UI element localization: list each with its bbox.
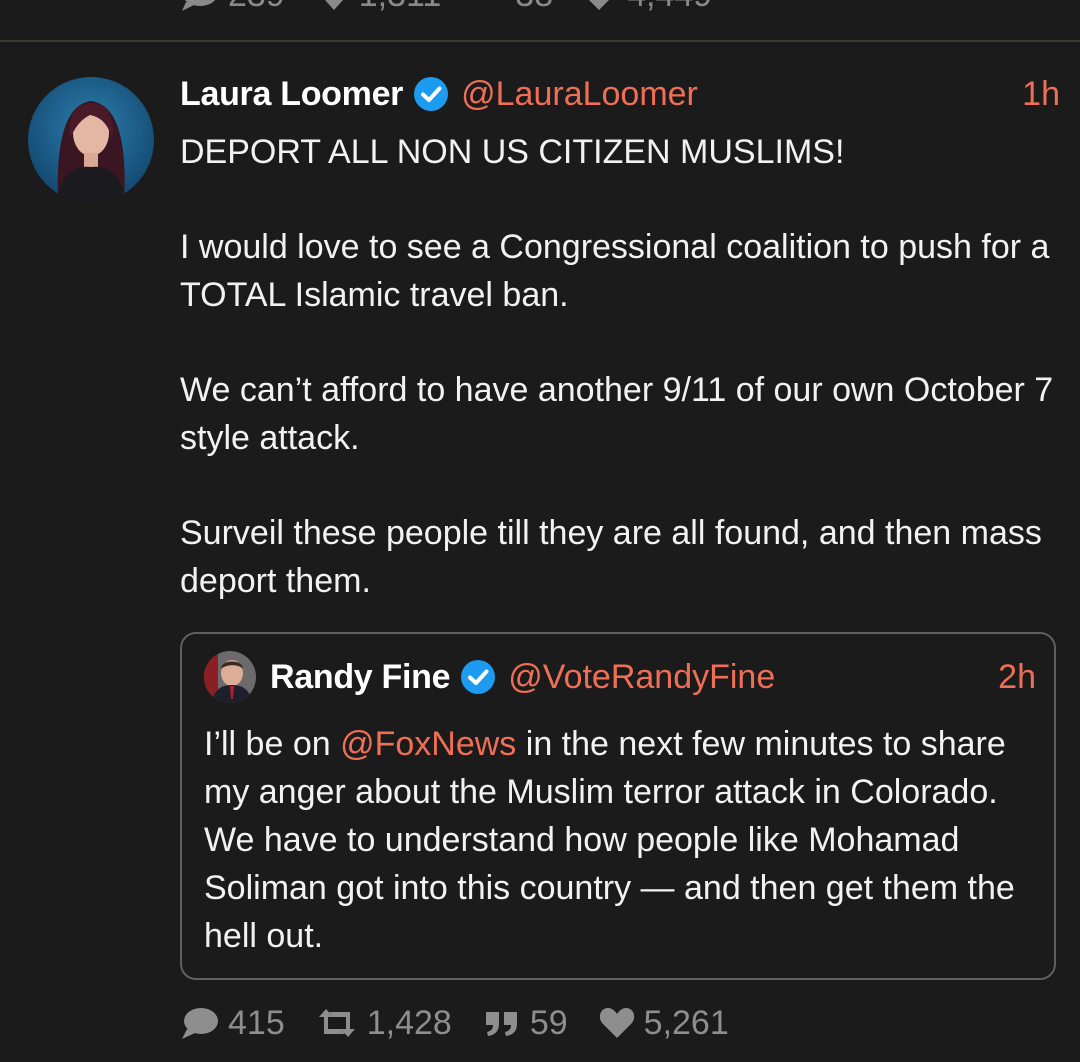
repost-count: 1,428 [366,1003,452,1042]
tweet-timestamp[interactable]: 1h [1022,75,1060,114]
previous-tweet-stats: 239 1,311 38 4,449 [180,0,712,15]
quote-count: 59 [529,1003,568,1042]
comment-icon [182,0,216,11]
tweet[interactable]: Laura Loomer @LauraLoomer 1h DEPORT ALL … [0,42,1080,1062]
previous-repost-stat[interactable]: 1,311 [311,0,442,15]
quoted-tweet-header: Randy Fine @VoteRandyFine 2h [204,650,1036,704]
verified-badge-icon [461,660,496,694]
like-button[interactable]: 5,261 [598,1004,729,1043]
quoted-tweet-body: I’ll be on @FoxNews in the next few minu… [204,720,1040,960]
author-avatar-image [28,77,154,203]
previous-quote-stat[interactable]: 38 [467,0,553,15]
retweet-icon [324,0,343,10]
verified-badge-icon [414,77,449,111]
previous-like-count: 4,449 [627,0,712,15]
quote-icon [485,1012,517,1036]
heart-icon [589,0,610,10]
tweet-body: DEPORT ALL NON US CITIZEN MUSLIMS! I wou… [180,128,1060,605]
author-name[interactable]: Laura Loomer [180,75,403,114]
quoted-author-handle[interactable]: @VoteRandyFine [508,658,775,697]
quoted-avatar[interactable] [204,651,256,703]
previous-like-stat[interactable]: 4,449 [579,0,712,15]
tweet-paragraph: I would love to see a Congressional coal… [180,228,1050,314]
like-count: 5,261 [643,1003,729,1042]
tweet-header: Laura Loomer @LauraLoomer 1h [180,68,1060,120]
previous-quote-count: 38 [515,0,553,15]
tweet-paragraph: DEPORT ALL NON US CITIZEN MUSLIMS! [180,133,845,171]
quoted-text-start: I’ll be on [204,725,341,763]
previous-reply-stat[interactable]: 239 [180,0,285,15]
repost-button[interactable]: 1,428 [315,1004,452,1043]
quote-icon [467,0,507,12]
quoted-avatar-image [204,651,256,703]
author-handle[interactable]: @LauraLoomer [461,75,698,114]
timeline: 239 1,311 38 4,449 [0,0,1080,1062]
retweet-icon [318,1009,355,1037]
quoted-tweet[interactable]: Randy Fine @VoteRandyFine 2h I’ll be on … [180,632,1056,980]
previous-repost-count: 1,311 [359,0,442,15]
mention-link[interactable]: @FoxNews [340,725,516,763]
avatar[interactable] [28,77,154,203]
quoted-author-name[interactable]: Randy Fine [270,658,451,697]
tweet-stats: 415 1,428 59 5,261 [180,998,729,1048]
reply-button[interactable]: 415 [180,1004,285,1043]
previous-reply-count: 239 [228,0,285,15]
tweet-paragraph: Surveil these people till they are all f… [180,514,1042,600]
quoted-timestamp[interactable]: 2h [998,658,1036,697]
reply-count: 415 [228,1003,285,1042]
comment-icon [182,1008,218,1039]
quote-button[interactable]: 59 [482,1004,568,1043]
tweet-paragraph: We can’t afford to have another 9/11 of … [180,371,1054,457]
heart-icon [599,1008,634,1038]
